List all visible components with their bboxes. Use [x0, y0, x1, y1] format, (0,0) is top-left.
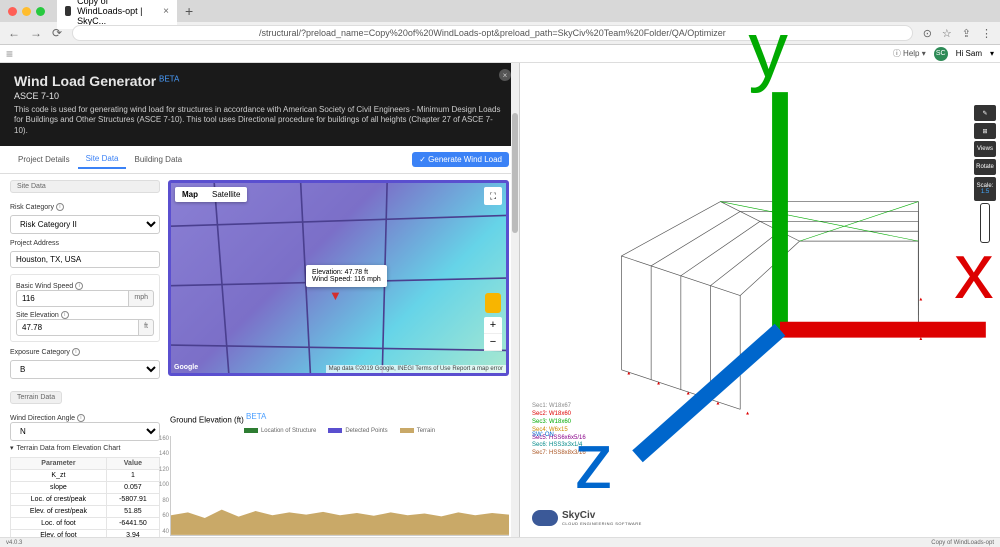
generate-wind-load-button[interactable]: ✓ Generate Wind Load	[412, 152, 509, 167]
hamburger-icon[interactable]: ≡	[6, 47, 13, 61]
terrain-section: Terrain Data Wind Direction Anglei N ▾ T…	[0, 385, 519, 538]
tab-site-data[interactable]: Site Data	[78, 150, 127, 169]
site-elevation-label: Site Elevationi	[16, 311, 154, 319]
svg-text:z: z	[574, 416, 614, 488]
table-row: K_zt1	[11, 470, 160, 482]
info-icon[interactable]: i	[72, 348, 80, 356]
svg-text:y: y	[748, 13, 788, 93]
map-attribution[interactable]: Map data ©2019 Google, INEGI Terms of Us…	[326, 365, 506, 373]
map-tab-satellite[interactable]: Satellite	[205, 187, 247, 202]
y-axis-ticks: 160140120100806040	[153, 436, 169, 535]
skyciv-logo: SkyCivCLOUD ENGINEERING SOFTWARE	[532, 510, 642, 526]
version-label: v4.0.3	[6, 540, 22, 546]
scrollbar[interactable]	[511, 63, 519, 538]
beta-badge: BETA	[159, 75, 179, 84]
risk-category-label: Risk Categoryi	[10, 203, 160, 211]
map-type-control: Map Satellite	[175, 187, 247, 202]
3d-viewer[interactable]: ▲▲▲ ▲▲ ▲▲ ✎ ⊞ Views Rotate Scale:1.5 Sec…	[520, 63, 1000, 538]
footer: v4.0.3 Copy of WindLoads-opt	[0, 537, 1000, 547]
tab-title: Copy of WindLoads-opt | SkyC...	[77, 0, 157, 26]
info-icon[interactable]: i	[61, 311, 69, 319]
terrain-collapsible[interactable]: ▾ Terrain Data from Elevation Chart	[10, 441, 160, 455]
site-form: Site Data Risk Categoryi Risk Category I…	[0, 174, 519, 385]
project-address-label: Project Address	[10, 240, 160, 247]
info-icon[interactable]: i	[56, 203, 64, 211]
elevation-unit: ft	[139, 319, 154, 336]
viewer-pane: ▲▲▲ ▲▲ ▲▲ ✎ ⊞ Views Rotate Scale:1.5 Sec…	[520, 63, 1000, 538]
google-logo: Google	[174, 364, 198, 371]
map-pin-icon[interactable]: ▼	[329, 288, 342, 303]
left-pane: × Wind Load Generator BETA ASCE 7-10 Thi…	[0, 63, 520, 538]
info-icon[interactable]: i	[77, 414, 85, 422]
panel-title: Wind Load Generator	[14, 73, 156, 89]
exposure-category-label: Exposure Categoryi	[10, 348, 160, 356]
tabs-row: Project Details Site Data Building Data …	[0, 146, 519, 174]
panel-description: This code is used for generating wind lo…	[14, 105, 505, 136]
risk-category-select[interactable]: Risk Category II	[10, 215, 160, 234]
traffic-lights	[8, 7, 45, 16]
table-row: Elev. of crest/peak51.85	[11, 506, 160, 518]
zoom-control: + −	[484, 317, 502, 351]
table-row: slope0.057	[11, 482, 160, 494]
elevation-chart[interactable]: 160140120100806040	[170, 436, 509, 536]
section-badge-terrain: Terrain Data	[10, 391, 62, 404]
main-split: × Wind Load Generator BETA ASCE 7-10 Thi…	[0, 63, 1000, 538]
table-row: Loc. of crest/peak-5807.91	[11, 494, 160, 506]
zoom-out-button[interactable]: −	[484, 334, 502, 351]
zoom-in-button[interactable]: +	[484, 317, 502, 334]
close-window[interactable]	[8, 7, 17, 16]
maximize-window[interactable]	[36, 7, 45, 16]
favicon	[65, 6, 71, 16]
map-tooltip: Elevation: 47.78 ft Wind Speed: 116 mph	[306, 265, 387, 287]
new-tab-button[interactable]: +	[185, 3, 193, 19]
forward-button[interactable]: →	[30, 26, 42, 40]
svg-text:x: x	[954, 226, 994, 315]
axes-gizmo: y x z	[540, 13, 1000, 488]
reload-button[interactable]: ⟳	[52, 26, 62, 40]
filename-label: Copy of WindLoads-opt	[931, 540, 994, 546]
minimize-window[interactable]	[22, 7, 31, 16]
wind-direction-label: Wind Direction Anglei	[10, 414, 160, 422]
module-header: × Wind Load Generator BETA ASCE 7-10 Thi…	[0, 63, 519, 146]
map-tab-map[interactable]: Map	[175, 187, 205, 202]
chart-legend: Location of Structure Detected Points Te…	[170, 428, 509, 434]
terrain-area	[171, 507, 509, 535]
terrain-table: ParameterValue K_zt1slope0.057Loc. of cr…	[10, 457, 160, 538]
wind-direction-select[interactable]: N	[10, 422, 160, 441]
elevation-chart-title: Ground Elevation (ft) BETA	[170, 412, 509, 425]
tab-project-details[interactable]: Project Details	[10, 151, 78, 168]
fullscreen-icon[interactable]: ⛶	[484, 187, 502, 205]
back-button[interactable]: ←	[8, 26, 20, 40]
map[interactable]: Map Satellite ⛶ Elevation: 47.78 ft Wind…	[168, 180, 509, 376]
section-badge-site: Site Data	[10, 180, 160, 193]
panel-subtitle: ASCE 7-10	[14, 91, 505, 101]
basic-wind-speed-label: Basic Wind Speedi	[16, 282, 154, 290]
table-row: Loc. of foot-6441.50	[11, 518, 160, 530]
basic-wind-speed-input[interactable]	[16, 290, 129, 307]
exposure-category-select[interactable]: B	[10, 360, 160, 379]
wind-unit: mph	[129, 290, 154, 307]
close-icon[interactable]: ×	[499, 69, 511, 81]
tab-building-data[interactable]: Building Data	[126, 151, 190, 168]
pegman-icon[interactable]	[485, 293, 501, 313]
info-icon[interactable]: i	[75, 282, 83, 290]
site-elevation-input[interactable]	[16, 319, 139, 336]
tab-close[interactable]: ×	[163, 6, 169, 17]
project-address-input[interactable]	[10, 251, 160, 268]
